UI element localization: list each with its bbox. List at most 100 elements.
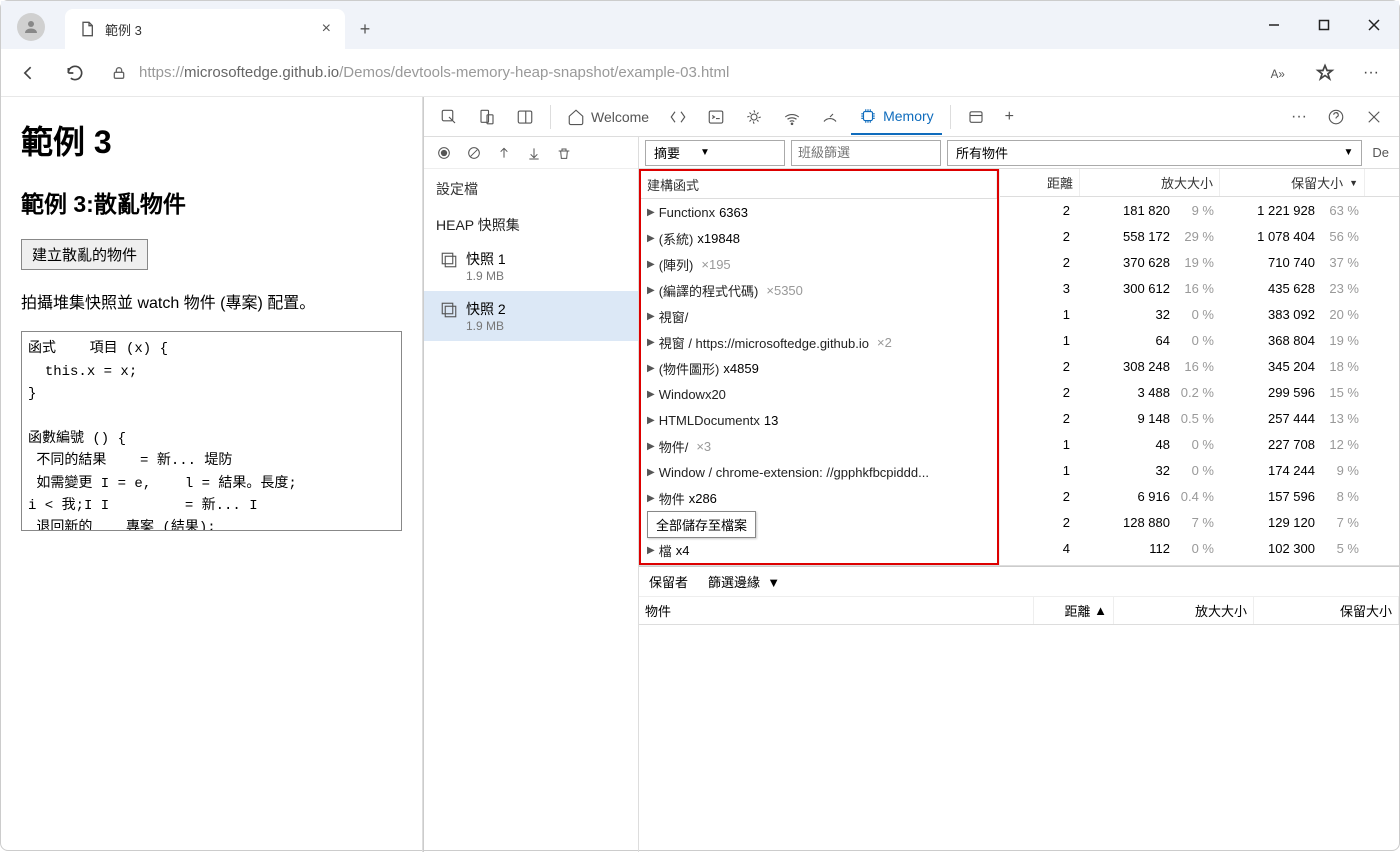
table-row[interactable]: 1480 %227 70812 % <box>1000 431 1399 457</box>
profile-avatar[interactable] <box>17 13 45 41</box>
heap-table: 建構函式 ▶Functionx6363▶(系統)x19848▶(陣列)×195▶… <box>639 169 1399 566</box>
table-row[interactable]: ▶(物件圖形)x4859 <box>641 355 997 381</box>
table-row[interactable]: ▶(陣列)×195 <box>641 251 997 277</box>
table-row[interactable]: 2558 17229 %1 078 40456 % <box>1000 223 1399 249</box>
profiles-pane: 設定檔 HEAP 快照集 快照 11.9 MB 快照 21.9 MB <box>424 137 639 852</box>
details-toggle[interactable]: De <box>1368 137 1393 168</box>
devtools-panel: Welcome Memory + ··· <box>423 97 1399 852</box>
tab-close-icon[interactable]: × <box>322 20 331 38</box>
table-row[interactable]: 2370 62819 %710 74037 % <box>1000 249 1399 275</box>
table-row[interactable]: ▶HTMLDocumentx13 <box>641 407 997 433</box>
titlebar: 範例 3 × + <box>1 1 1399 49</box>
snapshot-1[interactable]: 快照 11.9 MB <box>424 241 638 291</box>
tab-elements[interactable] <box>661 99 695 135</box>
table-row[interactable]: 1320 %174 2449 % <box>1000 457 1399 483</box>
tab-title: 範例 3 <box>105 20 312 39</box>
header-distance[interactable]: 距離 <box>1000 169 1080 196</box>
create-objects-button[interactable]: 建立散亂的物件 <box>21 239 148 270</box>
table-row[interactable]: 2181 8209 %1 221 92863 % <box>1000 197 1399 223</box>
retainers-label: 保留者 <box>649 572 688 591</box>
header-constructor[interactable]: 建構函式 <box>641 171 997 198</box>
inspect-icon[interactable] <box>432 99 466 135</box>
table-row[interactable]: 41120 %102 3005 % <box>1000 535 1399 561</box>
table-row[interactable]: ▶視窗 / https://microsoftedge.github.io×2 <box>641 329 997 355</box>
table-row[interactable]: ▶Windowx20 <box>641 381 997 407</box>
retainers-pane: 保留者 篩選邊緣 ▼ 物件 距離 ▲ 放大大小 保留大小 <box>639 566 1399 625</box>
dock-icon[interactable] <box>508 99 542 135</box>
record-button[interactable] <box>432 141 456 165</box>
heap-section-label: HEAP 快照集 <box>424 209 638 241</box>
objects-dropdown[interactable]: 所有物件▼ <box>947 140 1362 166</box>
load-button[interactable] <box>492 141 516 165</box>
table-row[interactable]: ▶ (字串)x473 0全部儲存至檔案 <box>641 511 997 537</box>
ret-header-object[interactable]: 物件 <box>639 597 1034 624</box>
lock-icon <box>111 65 127 81</box>
read-aloud-button[interactable]: A» <box>1259 53 1299 93</box>
page-h1: 範例 3 <box>21 117 402 163</box>
gc-button[interactable] <box>552 141 576 165</box>
snapshot-icon <box>440 301 458 319</box>
url-field[interactable]: https://microsoftedge.github.io/Demos/de… <box>101 55 1253 91</box>
favorite-button[interactable] <box>1305 53 1345 93</box>
table-row[interactable]: ▶物件/×3 <box>641 433 997 459</box>
table-row[interactable]: 1320 %383 09220 % <box>1000 301 1399 327</box>
help-button[interactable] <box>1319 99 1353 135</box>
clear-button[interactable] <box>462 141 486 165</box>
class-filter-input[interactable] <box>791 140 941 166</box>
table-row[interactable]: 3300 61216 %435 62823 % <box>1000 275 1399 301</box>
table-row[interactable]: 2308 24816 %345 20418 % <box>1000 353 1399 379</box>
new-tab-button[interactable]: + <box>345 9 385 49</box>
tab-sources[interactable] <box>737 99 771 135</box>
header-shallow[interactable]: 放大大小 <box>1080 169 1220 196</box>
constructor-column: 建構函式 ▶Functionx6363▶(系統)x19848▶(陣列)×195▶… <box>639 169 999 565</box>
close-window-button[interactable] <box>1349 1 1399 49</box>
settings-menu-button[interactable]: ··· <box>1351 53 1391 93</box>
device-icon[interactable] <box>470 99 504 135</box>
ret-header-distance[interactable]: 距離 ▲ <box>1034 597 1114 624</box>
tab-drawer-icon[interactable] <box>959 99 993 135</box>
table-row[interactable]: 23 4880.2 %299 59615 % <box>1000 379 1399 405</box>
table-row[interactable]: ▶(系統)x19848 <box>641 225 997 251</box>
tab-welcome[interactable]: Welcome <box>559 99 657 135</box>
ret-header-retained[interactable]: 保留大小 <box>1254 597 1399 624</box>
table-row[interactable]: 29 1480.5 %257 44413 % <box>1000 405 1399 431</box>
filter-edges-dropdown[interactable]: 篩選邊緣 ▼ <box>708 572 780 591</box>
window-controls <box>1249 1 1399 49</box>
minimize-button[interactable] <box>1249 1 1299 49</box>
tab-performance[interactable] <box>813 99 847 135</box>
page-description: 拍攝堆集快照並 watch 物件 (專案) 配置。 <box>21 290 402 317</box>
save-button[interactable] <box>522 141 546 165</box>
tab-network[interactable] <box>775 99 809 135</box>
snapshot-2[interactable]: 快照 21.9 MB <box>424 291 638 341</box>
back-button[interactable] <box>9 53 49 93</box>
page-h2: 範例 3:散亂物件 <box>21 185 402 219</box>
refresh-button[interactable] <box>55 53 95 93</box>
svg-text:A»: A» <box>1271 68 1286 81</box>
ret-header-shallow[interactable]: 放大大小 <box>1114 597 1254 624</box>
browser-tab[interactable]: 範例 3 × <box>65 9 345 49</box>
tab-console[interactable] <box>699 99 733 135</box>
table-row[interactable]: ▶ 物件x286 <box>641 485 997 511</box>
table-row[interactable]: ▶Window / chrome-extension: //gpphkfbcpi… <box>641 459 997 485</box>
add-tab-button[interactable]: + <box>997 99 1022 135</box>
table-row[interactable]: ▶視窗/ <box>641 303 997 329</box>
heap-toolbar: 摘要▼ 所有物件▼ De <box>639 137 1399 169</box>
document-icon <box>79 21 95 37</box>
table-row[interactable]: ▶Functionx6363 <box>641 199 997 225</box>
table-row[interactable]: ▶(編譯的程式代碼)×5350 <box>641 277 997 303</box>
view-dropdown[interactable]: 摘要▼ <box>645 140 785 166</box>
table-row[interactable]: 1640 %368 80419 % <box>1000 327 1399 353</box>
close-devtools-button[interactable] <box>1357 99 1391 135</box>
code-box[interactable]: 函式 項目 (x) { this.x = x; } 函數編號 () { 不同的結… <box>21 331 402 531</box>
more-tools-button[interactable]: ··· <box>1283 99 1315 135</box>
metrics-columns: 距離 放大大小 保留大小 2181 8209 %1 221 92863 %255… <box>999 169 1399 565</box>
address-bar: https://microsoftedge.github.io/Demos/de… <box>1 49 1399 97</box>
table-row[interactable]: 26 9160.4 %157 5968 % <box>1000 483 1399 509</box>
table-row[interactable]: 2128 8807 %129 1207 % <box>1000 509 1399 535</box>
header-retained[interactable]: 保留大小 <box>1220 169 1365 196</box>
tab-memory[interactable]: Memory <box>851 99 942 135</box>
maximize-button[interactable] <box>1299 1 1349 49</box>
heap-pane: 摘要▼ 所有物件▼ De 建構函式 ▶Functionx6363▶(系統)x19… <box>639 137 1399 852</box>
page-content: 範例 3 範例 3:散亂物件 建立散亂的物件 拍攝堆集快照並 watch 物件 … <box>1 97 423 852</box>
table-row[interactable]: ▶檔x4 <box>641 537 997 563</box>
